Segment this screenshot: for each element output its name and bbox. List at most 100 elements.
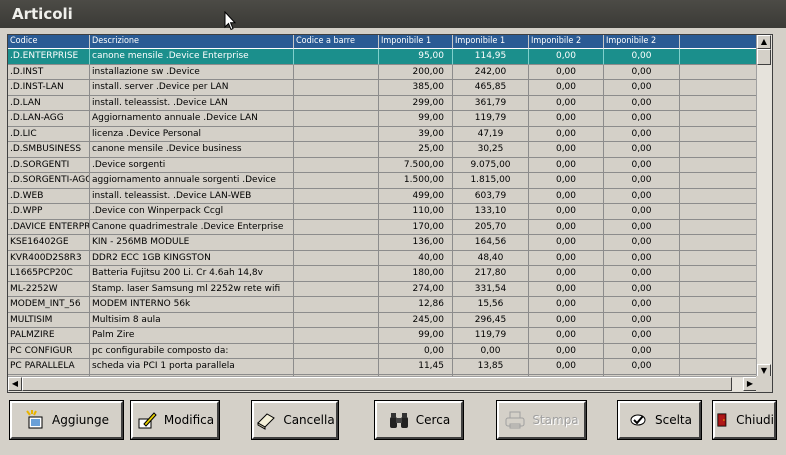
table-cell[interactable] — [294, 157, 379, 173]
table-cell[interactable] — [294, 312, 379, 328]
table-cell[interactable]: 0,00 — [604, 80, 680, 96]
table-cell[interactable]: 13,85 — [453, 359, 529, 375]
table-cell[interactable]: 0,00 — [529, 343, 604, 359]
table-cell[interactable]: 205,70 — [453, 219, 529, 235]
delete-button[interactable]: Cancella — [252, 401, 338, 439]
table-row[interactable]: .D.LAN install. teleassist. .Device LAN 29… — [8, 95, 757, 111]
table-cell[interactable]: 0,00 — [529, 126, 604, 142]
table-cell[interactable]: .D.INST-LAN — [8, 80, 90, 96]
table-cell[interactable]: KSE16402GE — [8, 235, 90, 251]
table-cell[interactable]: aggiornamento annuale sorgenti .Device — [90, 173, 294, 189]
table-row[interactable]: KVR400D2S8R3 DDR2 ECC 1GB KINGSTON 40,00 48… — [8, 250, 757, 266]
table-cell[interactable] — [294, 281, 379, 297]
table-cell[interactable]: 0,00 — [529, 188, 604, 204]
column-header-taxable-1[interactable]: Imponibile 1 — [379, 35, 453, 49]
table-cell[interactable]: PC PARALLELA — [8, 359, 90, 375]
add-button[interactable]: Aggiunge — [10, 401, 123, 439]
table-cell[interactable]: 0,00 — [529, 219, 604, 235]
table-cell[interactable]: 9.075,00 — [453, 157, 529, 173]
table-cell[interactable] — [294, 188, 379, 204]
table-cell[interactable]: Multisim 8 aula — [90, 312, 294, 328]
table-row[interactable]: PALMZIRE Palm Zire 99,00 119,79 0,00 0,00 — [8, 328, 757, 344]
table-cell[interactable]: 465,85 — [453, 80, 529, 96]
table-cell[interactable]: PALMZIRE — [8, 328, 90, 344]
table-row[interactable]: .D.LIC licenza .Device Personal 39,00 47,19… — [8, 126, 757, 142]
table-cell[interactable] — [294, 250, 379, 266]
table-cell[interactable]: 0,00 — [604, 173, 680, 189]
table-cell[interactable]: KVR400D2S8R3 — [8, 250, 90, 266]
table-cell[interactable]: 119,79 — [453, 111, 529, 127]
table-row[interactable]: .D.SMBUSINESS canone mensile .Device busi… — [8, 142, 757, 158]
table-cell[interactable]: Stamp. laser Samsung ml 2252w rete wifi — [90, 281, 294, 297]
table-cell[interactable] — [294, 64, 379, 80]
table-cell[interactable]: 0,00 — [604, 142, 680, 158]
table-cell[interactable]: Batteria Fujitsu 200 Li. Cr 4.6ah 14,8v — [90, 266, 294, 282]
table-row[interactable]: .D.INST-LAN install. server .Device per L… — [8, 80, 757, 96]
table-cell[interactable]: 217,80 — [453, 266, 529, 282]
print-button[interactable]: Stampa — [497, 401, 586, 439]
table-row[interactable]: .DAVICE ENTERPR Canone quadrimestrale .De… — [8, 219, 757, 235]
table-cell[interactable]: 99,00 — [379, 328, 453, 344]
table-cell[interactable] — [294, 297, 379, 313]
table-cell[interactable]: scheda via PCI 1 porta parallela — [90, 359, 294, 375]
table-cell[interactable]: installazione sw .Device — [90, 64, 294, 80]
table-row[interactable]: .D.LAN-AGG Aggiornamento annuale .Device … — [8, 111, 757, 127]
edit-button[interactable]: Modifica — [131, 401, 219, 439]
table-cell[interactable] — [294, 359, 379, 375]
table-cell[interactable] — [294, 111, 379, 127]
table-cell[interactable]: 0,00 — [453, 343, 529, 359]
table-cell[interactable]: 25,00 — [379, 142, 453, 158]
table-cell[interactable]: 48,40 — [453, 250, 529, 266]
table-cell[interactable]: 0,00 — [529, 250, 604, 266]
column-header-price-1[interactable]: Imponibile 1 — [453, 35, 529, 49]
table-cell[interactable]: KIN - 256MB MODULE — [90, 235, 294, 251]
table-cell[interactable]: Aggiornamento annuale .Device LAN — [90, 111, 294, 127]
grid-rows[interactable]: .D.ENTERPRISE canone mensile .Device Ente… — [8, 49, 757, 378]
table-cell[interactable]: 0,00 — [529, 64, 604, 80]
table-cell[interactable]: 110,00 — [379, 204, 453, 220]
table-row[interactable]: .D.SORGENTI-AGG aggiornamento annuale sor… — [8, 173, 757, 189]
table-cell[interactable]: 0,00 — [529, 312, 604, 328]
table-cell[interactable]: .Device sorgenti — [90, 157, 294, 173]
column-header-barcode[interactable]: Codice a barre — [294, 35, 379, 49]
table-cell[interactable] — [294, 266, 379, 282]
table-cell[interactable]: 385,00 — [379, 80, 453, 96]
table-row[interactable]: .D.ENTERPRISE canone mensile .Device Ente… — [8, 49, 757, 65]
table-cell[interactable]: 47,19 — [453, 126, 529, 142]
table-cell[interactable] — [294, 142, 379, 158]
table-cell[interactable]: 0,00 — [604, 312, 680, 328]
table-row[interactable]: PC PARALLELA scheda via PCI 1 porta paral… — [8, 359, 757, 375]
articles-grid[interactable]: Codice Descrizione Codice a barre Imponi… — [7, 34, 773, 393]
column-header-code[interactable]: Codice — [8, 35, 90, 49]
table-cell[interactable]: Canone quadrimestrale .Device Enterprise — [90, 219, 294, 235]
vertical-scroll-thumb[interactable] — [757, 49, 771, 65]
close-button[interactable]: Chiudi — [713, 401, 776, 439]
table-cell[interactable]: 296,45 — [453, 312, 529, 328]
table-cell[interactable] — [294, 126, 379, 142]
table-cell[interactable]: .D.INST — [8, 64, 90, 80]
table-cell[interactable]: 299,00 — [379, 95, 453, 111]
scroll-left-button[interactable]: ◀ — [8, 377, 22, 391]
table-cell[interactable]: 0,00 — [529, 297, 604, 313]
table-row[interactable]: L1665PCP20C Batteria Fujitsu 200 Li. Cr 4… — [8, 266, 757, 282]
table-cell[interactable]: install. server .Device per LAN — [90, 80, 294, 96]
search-button[interactable]: Cerca — [375, 401, 463, 439]
table-row[interactable]: MODEM_INT_56 MODEM INTERNO 56k 12,86 15,56 0… — [8, 297, 757, 313]
table-row[interactable]: .D.SORGENTI .Device sorgenti 7.500,00 9.075… — [8, 157, 757, 173]
table-cell[interactable]: 0,00 — [604, 64, 680, 80]
scroll-right-button[interactable]: ▶ — [743, 377, 757, 391]
table-cell[interactable]: .DAVICE ENTERPR — [8, 219, 90, 235]
table-cell[interactable]: 499,00 — [379, 188, 453, 204]
table-cell[interactable]: 0,00 — [604, 126, 680, 142]
table-cell[interactable]: 136,00 — [379, 235, 453, 251]
table-cell[interactable]: 40,00 — [379, 250, 453, 266]
table-cell[interactable]: .D.LAN — [8, 95, 90, 111]
table-cell[interactable]: MULTISIM — [8, 312, 90, 328]
table-cell[interactable]: 114,95 — [453, 49, 529, 65]
table-cell[interactable]: 0,00 — [604, 157, 680, 173]
table-cell[interactable]: 361,79 — [453, 95, 529, 111]
table-cell[interactable]: 331,54 — [453, 281, 529, 297]
table-row[interactable]: .D.WEB install. teleassist. .Device LAN-W… — [8, 188, 757, 204]
table-cell[interactable] — [294, 49, 379, 65]
table-cell[interactable]: Palm Zire — [90, 328, 294, 344]
